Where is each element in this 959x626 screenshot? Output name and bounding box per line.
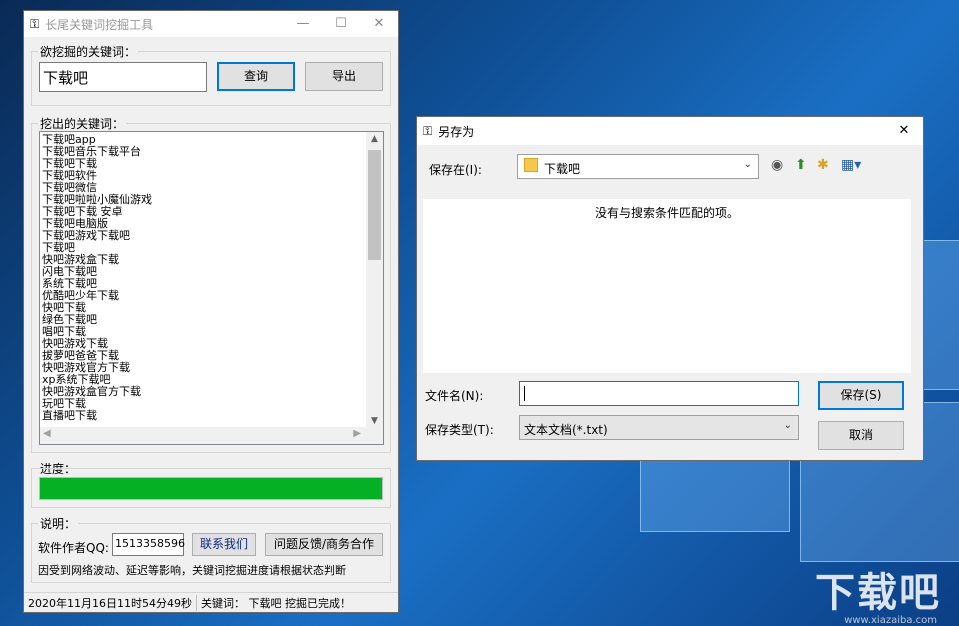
scroll-right-arrow-icon[interactable]: ▶	[353, 428, 361, 439]
filename-input[interactable]	[519, 381, 799, 406]
list-item[interactable]: 绿色下载吧	[42, 314, 364, 326]
scroll-down-arrow-icon[interactable]: ▼	[366, 416, 383, 426]
back-icon[interactable]: ◉	[771, 157, 783, 173]
results-items: 下载吧app下载吧音乐下载平台下载吧下载下载吧软件下载吧微信下载吧啦啦小魔仙游戏…	[42, 134, 364, 422]
status-time: 2020年11月16日11时54分49秒	[24, 595, 196, 611]
minimize-button[interactable]: —	[284, 11, 322, 37]
status-bar: 2020年11月16日11时54分49秒 关键词： 下载吧 挖掘已完成！	[24, 592, 398, 612]
scroll-thumb[interactable]	[368, 150, 381, 260]
keyword-results-list[interactable]: 下载吧app下载吧音乐下载平台下载吧下载下载吧软件下载吧微信下载吧啦啦小魔仙游戏…	[39, 131, 384, 445]
watermark-logo: 下载吧	[815, 560, 941, 618]
chevron-down-icon: ⌄	[784, 420, 792, 431]
save-as-dialog: ⚿ 另存为 ✕ 保存在(I): 下载吧 ⌄ ◉ ⬆ ✱ ▦▾ 没有与搜索条件匹配…	[416, 116, 924, 461]
filename-label: 文件名(N):	[425, 387, 483, 404]
scroll-left-arrow-icon[interactable]: ◀	[43, 428, 51, 439]
file-list-area[interactable]: 没有与搜索条件匹配的项。	[423, 199, 911, 373]
close-button[interactable]: ✕	[360, 11, 398, 37]
save-button[interactable]: 保存(S)	[818, 381, 904, 410]
filetype-label: 保存类型(T):	[425, 421, 494, 438]
scroll-up-arrow-icon[interactable]: ▲	[366, 134, 383, 144]
dialog-titlebar[interactable]: ⚿ 另存为 ✕	[417, 117, 923, 145]
keyword-input[interactable]: 下载吧	[39, 62, 207, 92]
save-in-dropdown[interactable]: 下载吧 ⌄	[517, 154, 759, 179]
status-keyword: 关键词： 下载吧 挖掘已完成！	[197, 595, 355, 611]
results-vertical-scrollbar[interactable]: ▲ ▼	[366, 132, 383, 428]
progress-bar-fill	[40, 478, 382, 499]
list-item[interactable]: 下载吧游戏下载吧	[42, 230, 364, 242]
filetype-value: 文本文档(*.txt)	[524, 421, 608, 438]
main-titlebar[interactable]: ⚿ 长尾关键词挖掘工具 — ☐ ✕	[24, 11, 398, 37]
description-group-label: 说明：	[38, 515, 78, 532]
author-qq-field[interactable]: 1513358596	[112, 533, 184, 556]
network-note: 因受到网络波动、延迟等影响，关键词挖掘进度请根据状态判断	[38, 562, 346, 578]
up-folder-icon[interactable]: ⬆	[795, 157, 807, 173]
maximize-button[interactable]: ☐	[322, 11, 360, 37]
main-window-title: 长尾关键词挖掘工具	[45, 16, 153, 33]
key-icon: ⚿	[30, 17, 39, 32]
dialog-close-button[interactable]: ✕	[885, 117, 923, 145]
query-button[interactable]: 查询	[217, 62, 295, 91]
progress-bar	[39, 477, 383, 500]
chevron-down-icon: ⌄	[744, 159, 752, 170]
cancel-button[interactable]: 取消	[818, 421, 904, 450]
feedback-button[interactable]: 问题反馈/商务合作	[265, 533, 383, 556]
save-in-label: 保存在(I):	[429, 161, 482, 178]
filetype-dropdown[interactable]: 文本文档(*.txt) ⌄	[519, 415, 799, 440]
dialog-title: 另存为	[438, 123, 474, 140]
view-menu-icon[interactable]: ▦▾	[841, 157, 861, 173]
list-item[interactable]: 快吧游戏盒官方下载	[42, 386, 364, 398]
key-icon: ⚿	[423, 124, 432, 139]
new-folder-icon[interactable]: ✱	[817, 157, 829, 173]
text-cursor	[524, 386, 525, 401]
author-qq-label: 软件作者QQ:	[38, 539, 109, 556]
contact-us-button[interactable]: 联系我们	[192, 533, 256, 556]
list-item[interactable]: 优酷吧少年下载	[42, 290, 364, 302]
results-horizontal-scrollbar[interactable]: ◀ ▶	[40, 427, 383, 444]
watermark-url: www.xiazaiba.com	[844, 615, 937, 626]
export-button[interactable]: 导出	[305, 62, 383, 91]
save-in-value: 下载吧	[544, 160, 580, 177]
folder-icon	[524, 158, 538, 172]
keyword-tool-window: ⚿ 长尾关键词挖掘工具 — ☐ ✕ 欲挖掘的关键词： 下载吧 查询 导出 挖出的…	[23, 10, 399, 613]
list-item[interactable]: 直播吧下载	[42, 410, 364, 422]
keyword-group-label: 欲挖掘的关键词：	[38, 43, 138, 60]
results-group-label: 挖出的关键词：	[38, 115, 126, 132]
empty-message: 没有与搜索条件匹配的项。	[423, 204, 911, 221]
